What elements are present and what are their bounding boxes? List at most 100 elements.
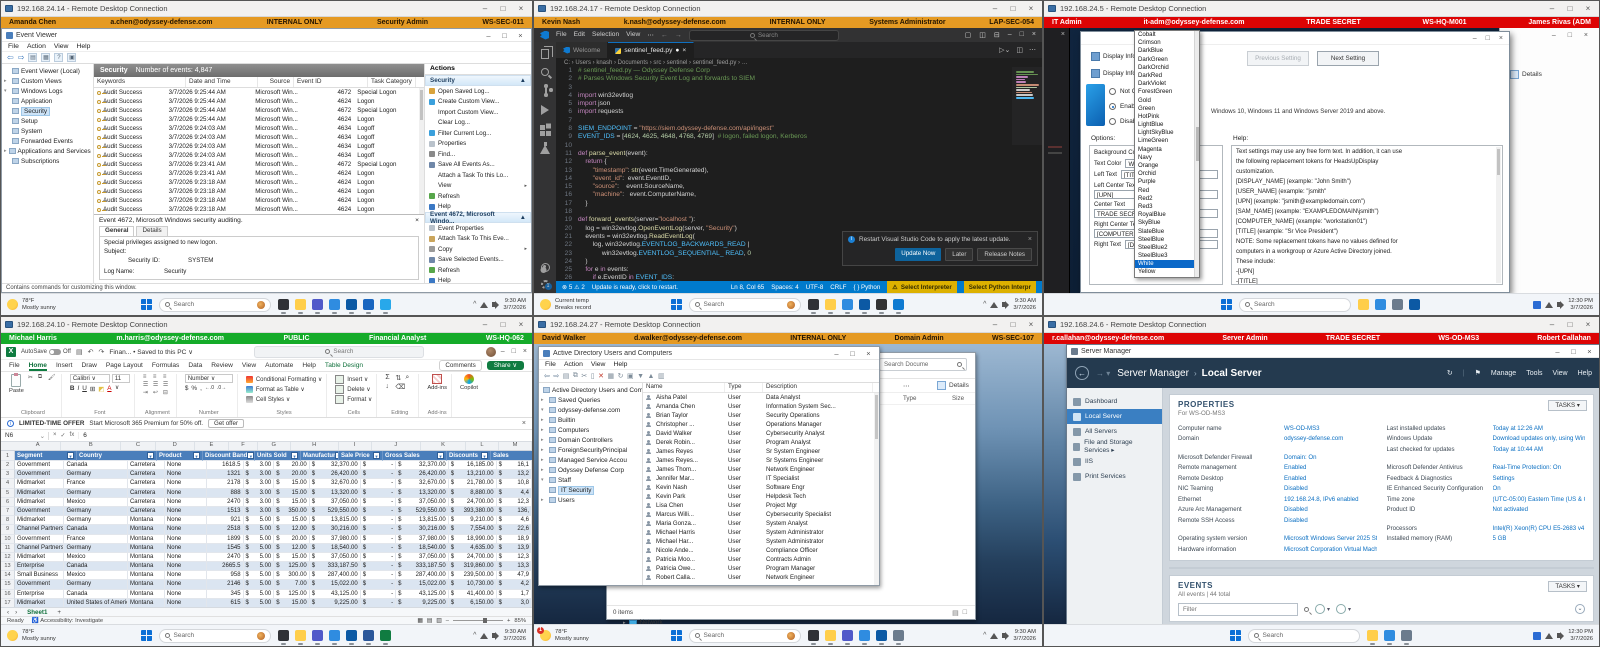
taskbar-app-icon[interactable] [345,630,357,645]
search-box[interactable]: Search [688,628,801,643]
document-title[interactable]: Finan... • Saved to this PC ∨ [109,348,193,356]
filter-dropdown-icon[interactable]: ▾ [291,452,298,459]
size-column-header[interactable]: Size [952,395,964,402]
search-icon[interactable] [541,68,549,76]
taskbar-app-icon[interactable] [328,630,340,645]
tree-item[interactable]: ▸ Applications and Services Lo [2,146,93,156]
row-header[interactable]: 6 [1,497,15,507]
tree-item[interactable]: ▸ Builtin [539,415,642,425]
layout-toggle-icon[interactable]: ▢ [965,31,972,39]
property-value-link[interactable]: Real-Time Protection: On [1493,464,1562,471]
taskbar-app-icon[interactable] [277,299,289,314]
property-value-link[interactable]: (UTC-05:00) Eastern Time (US & Canada) [1493,496,1586,503]
color-option[interactable]: DarkRed [1135,72,1199,80]
filter-columns-icon[interactable]: ▾ [1336,604,1351,614]
tree-item[interactable]: Forwarded Events [2,136,93,146]
color-option[interactable]: RoyalBlue [1135,211,1199,219]
scrollbar[interactable] [1194,31,1199,277]
network-icon[interactable] [990,632,999,639]
toolbar-icon[interactable]: ↻ [618,372,624,380]
taskbar-app-icon[interactable] [277,630,289,645]
user-row[interactable]: Amanda Chen User Information System Sec... [643,402,879,411]
user-row[interactable]: David Walker User Cybersecurity Analyst [643,429,879,438]
menu-item[interactable]: View [591,361,606,368]
account-icon[interactable] [540,263,550,272]
table-row[interactable]: 7GovernmentGermanyCarreteraNone15133.003… [1,506,532,517]
color-option[interactable]: LightSkyBlue [1135,129,1199,137]
sidebar-item[interactable]: File and Storage Services ▸ [1067,439,1162,454]
avatar[interactable] [485,346,496,357]
taskbar-app-icon[interactable] [858,299,870,314]
action-item[interactable]: Attach Task To This Eve... [425,234,531,245]
user-row[interactable]: Derek Robin... User Program Analyst [643,438,879,447]
color-option[interactable]: HotPink [1135,113,1199,121]
autosave-toggle[interactable]: AutoSave Off [21,348,71,355]
clock[interactable]: 9:30 AM 3/7/2026 [503,298,526,312]
underline-button[interactable]: U [82,385,87,393]
search-box[interactable]: Search [1239,297,1351,312]
accessibility-status[interactable]: ♿ Accessibility: Investigate [32,618,103,624]
help-text-box[interactable]: Text settings may use any free form text… [1231,145,1503,285]
column-letter[interactable]: G [258,442,291,450]
table-header-cell[interactable]: Discounts ▾ [447,451,491,461]
background-dark-window[interactable]: × [1044,28,1070,293]
toolbar-icon[interactable]: ⇦ [544,372,550,380]
close-button[interactable]: × [514,4,528,13]
fx-icon[interactable]: fx [70,432,75,439]
action-item[interactable]: Properties [425,139,531,150]
color-option[interactable]: SteelBlue [1135,236,1199,244]
user-row[interactable]: Marcus Willi... User Cybersecurity Special… [643,510,879,519]
row-header[interactable]: 16 [1,589,15,599]
toolbar-icon[interactable]: ▣ [627,372,634,380]
tab-sentinel-feed[interactable]: sentinel_feed.py ● × [608,42,695,58]
background-explorer-window[interactable]: – □ × Details [1499,28,1599,293]
sheet-tab[interactable]: Sheet1 [23,609,51,616]
taskbar-app-icon[interactable] [1409,299,1420,310]
ribbon-tab[interactable]: Table Design [325,362,363,369]
clear-button[interactable]: ⌫ [395,383,405,391]
clock[interactable]: 9:30 AM 3/7/2026 [1013,629,1036,643]
color-option[interactable]: DarkOrchid [1135,64,1199,72]
user-row[interactable]: Nicole Ande... User Compliance Officer [643,546,879,555]
close-button[interactable]: × [514,31,527,40]
fill-color-button[interactable]: ◩ [98,385,104,393]
zoom-level[interactable]: 85% [514,618,526,624]
tree-item[interactable]: System [2,126,93,136]
tray-overflow-icon[interactable]: ^ [983,632,986,639]
thumb-view-icon[interactable]: □ [963,609,967,617]
table-header-cell[interactable]: Segment ▾ [15,451,77,461]
format-painter-icon[interactable]: 🖌 [48,374,57,381]
action-item[interactable]: Filter Current Log... [425,128,531,139]
taskbar-app-icon[interactable] [1383,630,1395,645]
property-value-link[interactable]: WS-OD-MS3 [1284,425,1320,432]
property-value-link[interactable]: On [1493,485,1501,492]
cell-styles-button[interactable]: Cell Styles ∨ [246,394,322,404]
format-cells-button[interactable]: Format ∨ [335,394,372,404]
menu-item[interactable]: File [545,361,556,368]
taskbar-app-icon[interactable] [328,299,340,314]
app-breadcrumb-root[interactable]: Server Manager [1117,368,1189,379]
column-header[interactable]: Keywords [94,77,186,87]
select-python-interpreter[interactable]: Select Python Interpr [963,281,1036,293]
add-sheet-icon[interactable]: + [57,609,61,616]
conditional-formatting-button[interactable]: Conditional Formatting ∨ [246,374,322,384]
minimize-button[interactable]: – [1008,31,1012,39]
color-option[interactable]: Navy [1135,154,1199,162]
network-icon[interactable] [1545,301,1554,308]
property-value-link[interactable]: Intel(R) Xeon(R) CPU E5-2683 v4 @ 2.10GH [1493,525,1586,532]
color-option[interactable]: Red2 [1135,195,1199,203]
table-header-cell[interactable]: Product ▾ [157,451,203,461]
borders-button[interactable]: ⊞ [90,385,95,393]
taskbar-app-icon[interactable] [294,299,306,314]
property-value-link[interactable]: Enabled [1284,475,1306,482]
page-break-icon[interactable]: ▥ [436,618,441,624]
taskbar-app-icon[interactable] [379,299,391,314]
formula-input[interactable]: 6 [78,432,528,439]
ribbon-tab[interactable]: Insert [56,362,73,369]
tray-app-icon[interactable] [1533,300,1542,309]
align-bottom-icon[interactable]: ≡ [163,374,172,380]
search-box[interactable]: Search [1247,628,1360,643]
color-option[interactable]: DarkGreen [1135,56,1199,64]
menu-item[interactable]: Action [564,361,583,368]
column-letter[interactable]: K [421,442,466,450]
